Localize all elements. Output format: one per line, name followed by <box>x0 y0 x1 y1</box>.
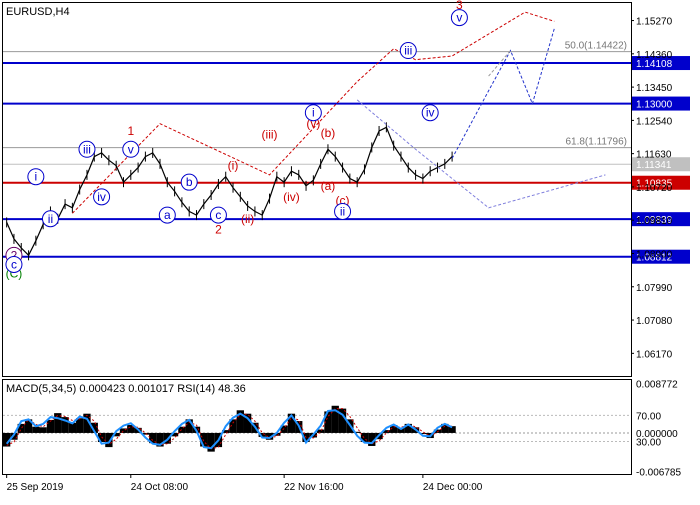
wave-label: (iii) <box>262 128 278 142</box>
time-tick-label: 25 Sep 2019 <box>7 482 64 493</box>
price-tick-label: 1.07080 <box>636 316 673 327</box>
wave-label: iii <box>404 44 412 58</box>
wave-label: 3 <box>456 0 463 12</box>
macd-bar <box>32 426 40 433</box>
fib-label: 50.0(1.14422) <box>565 41 627 52</box>
price-tick-label: 1.15270 <box>636 17 673 28</box>
wave-label: a <box>164 208 171 222</box>
macd-bar <box>39 427 47 433</box>
price-tick-label: 1.09810 <box>636 216 673 227</box>
wave-label: c <box>11 257 17 271</box>
wave-label: i <box>35 170 38 184</box>
wave-label: v <box>456 11 462 25</box>
wave-label: (b) <box>321 126 336 140</box>
price-tick-label: 1.07990 <box>636 283 673 294</box>
chart-canvas: 1.141081.130001.108351.098391.088121.113… <box>0 0 700 500</box>
indicator-title: MACD(5,34,5) 0.000423 0.001017 RSI(14) 4… <box>6 383 246 395</box>
price-tick-label: 1.08900 <box>636 249 673 260</box>
wave-label: ii <box>48 212 53 226</box>
wave-label: (i) <box>228 159 239 173</box>
wave-label: (ii) <box>241 212 254 226</box>
macd-bar <box>76 418 84 433</box>
rsi-level-label: 70.00 <box>636 411 661 422</box>
price-tick-label: 1.10720 <box>636 183 673 194</box>
wave-label: iv <box>426 106 435 120</box>
time-tick-label: 24 Oct 08:00 <box>131 482 189 493</box>
fib-label: 61.8(1.11796) <box>565 137 627 148</box>
time-tick-label: 22 Nov 16:00 <box>284 482 344 493</box>
time-tick-label: 24 Dec 00:00 <box>423 482 483 493</box>
indicator-tick-label: -0.006785 <box>636 467 681 478</box>
price-tick-label: 1.12540 <box>636 116 673 127</box>
chart: 1.14108 1.13000 1.10835 1.09839 1.08812 1.113… <box>0 0 700 500</box>
level-badge-label: 1.13000 <box>636 100 673 111</box>
wave-label: v <box>128 142 134 156</box>
macd-bar <box>46 419 55 433</box>
wave-label: 2 <box>215 223 222 237</box>
wave-label: ii <box>340 204 345 218</box>
rsi-level-label: 30.00 <box>636 437 661 448</box>
wave-label: b <box>186 175 193 189</box>
price-tick-label: 1.13450 <box>636 83 673 94</box>
wave-label: i <box>312 106 315 120</box>
wave-label: (iv) <box>283 190 300 204</box>
wave-label: (a) <box>321 179 336 193</box>
wave-label: c <box>215 208 221 222</box>
price-tick-label: 1.11630 <box>636 150 672 161</box>
wave-label: iii <box>83 142 91 156</box>
wave-label: 1 <box>127 124 134 138</box>
price-tick-label: 1.14360 <box>636 50 673 61</box>
symbol-title: EURUSD,H4 <box>6 6 70 18</box>
indicator-tick-label: 0.008772 <box>636 379 678 390</box>
price-tick-label: 1.06170 <box>636 349 673 360</box>
current-price-label: 1.11341 <box>636 160 672 171</box>
wave-label: iv <box>97 190 106 204</box>
